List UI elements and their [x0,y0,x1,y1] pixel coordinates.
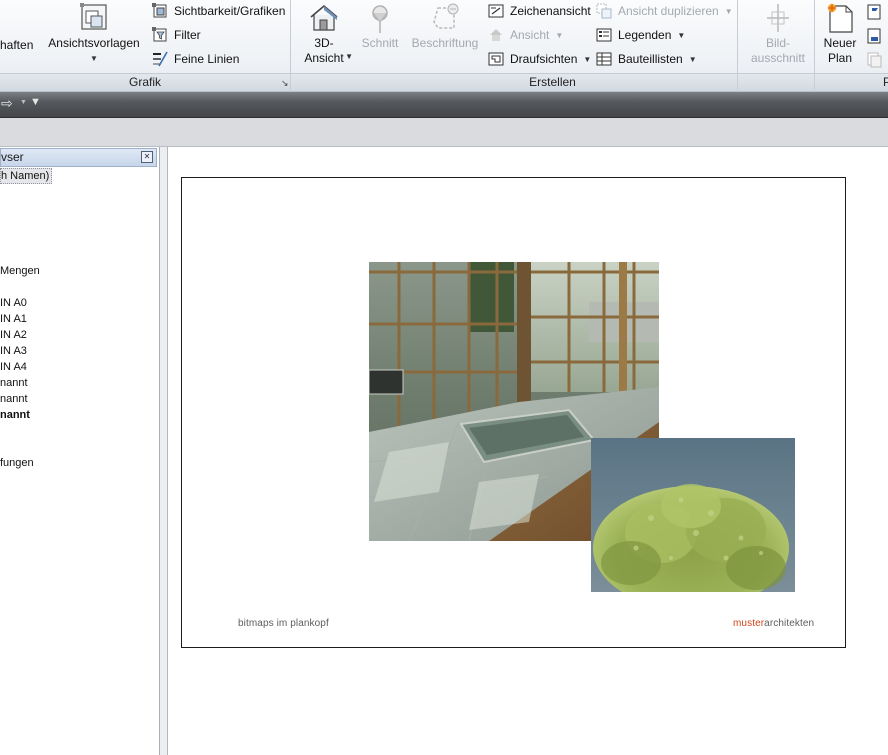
panel-splitter[interactable] [160,147,168,755]
ribbon: haften Ansichtsvorlagen ▼ Sichtbarkeit/G… [0,0,888,92]
neuer-plan-button[interactable]: Neuer Plan [818,2,862,66]
grafik-panel-title: Grafik [0,73,290,91]
project-browser: vser ✕ h Namen) Mengen IN A0 IN A1 IN A2 IN A… [0,147,160,755]
filter-label: Filter [174,28,201,42]
close-icon[interactable]: ✕ [141,151,153,163]
3d-ansicht-line2: Ansicht [304,51,344,65]
sheet-tool-icon-3[interactable] [866,52,884,71]
house-3d-icon [307,2,341,34]
sichtbarkeit-grafiken-button[interactable]: Sichtbarkeit/Grafiken [152,1,285,21]
next-panel-label: P [883,75,888,89]
bildausschnitt-line1: Bild- [765,36,790,50]
new-sheet-icon [823,2,857,34]
section-icon [363,2,397,34]
sheet-footer-logo: musterarchitekten [733,618,814,629]
sichtbarkeit-label: Sichtbarkeit/Grafiken [174,4,286,18]
browser-tree-item[interactable]: IN A4 [0,360,27,374]
schedules-icon [596,51,613,67]
feine-linien-button[interactable]: Feine Linien [152,49,239,69]
feine-linien-label: Feine Linien [174,52,240,66]
beschriftung-label: Beschriftung [411,36,479,50]
chevron-down-icon[interactable]: ▼ [20,99,27,106]
chevron-down-icon: ▼ [345,52,353,61]
project-browser-titlebar: vser ✕ [0,148,157,167]
sheet-footer-caption: bitmaps im plankopf [238,618,329,629]
ansicht-duplizieren-label: Ansicht duplizieren [618,4,719,18]
legenden-button[interactable]: Legenden ▼ [596,25,685,45]
ansicht-duplizieren-button[interactable]: Ansicht duplizieren ▼ [596,1,733,21]
draufsichten-button[interactable]: Draufsichten ▼ [488,49,591,69]
browser-tree-item[interactable]: fungen [0,456,34,470]
redo-icon[interactable]: ⇨ [1,95,13,112]
matchline-icon [761,2,795,34]
chevron-down-icon: ▼ [724,6,733,16]
elevation-icon [488,27,505,43]
beschriftung-button[interactable]: Beschriftung [409,2,481,51]
visibility-graphics-icon [152,3,169,19]
bildausschnitt-button[interactable]: Bild- ausschnitt [744,2,812,66]
filter-icon [152,27,169,43]
callout-icon [428,2,462,34]
browser-tree-item[interactable]: nannt [0,408,30,422]
footer-logo-rest: architekten [764,618,815,629]
grafik-panel-label: Grafik [128,75,161,89]
eigenschaften-label: haften [0,38,34,52]
erstellen-panel-label: Erstellen [529,75,576,89]
footer-logo-accent: muster [733,618,765,629]
chevron-down-icon: ▼ [90,54,98,63]
chevron-down-icon: ▼ [688,54,697,64]
sheet-tool-icon-1[interactable] [866,4,884,23]
drafting-view-icon [488,3,505,19]
duplicate-view-icon [596,3,613,19]
ansicht-label: Ansicht [510,28,550,42]
browser-tree-item[interactable]: IN A3 [0,344,27,358]
panel-launcher-icon[interactable]: ↘ [281,78,289,89]
ansicht-button[interactable]: Ansicht ▼ [488,25,563,45]
3d-ansicht-button[interactable]: 3D- Ansicht ▼ [299,2,353,66]
browser-tree-item[interactable]: nannt [0,376,28,390]
chevron-down-icon: ▼ [555,30,564,40]
legends-icon [596,27,613,43]
zeichenansicht-label: Zeichenansicht [510,4,591,18]
erstellen-panel-title: Erstellen [291,73,814,91]
bildausschnitt-line2: ausschnitt [750,51,806,65]
3d-ansicht-line1: 3D- [314,36,334,50]
browser-tree-item[interactable]: IN A2 [0,328,27,342]
legenden-label: Legenden [618,28,672,42]
chevron-down-icon: ▼ [677,30,686,40]
browser-tree-item[interactable]: IN A0 [0,296,27,310]
neuer-plan-line1: Neuer [823,36,857,50]
next-panel-title: P [815,73,888,91]
schnitt-button[interactable]: Schnitt [357,2,403,51]
customize-toolbar-icon[interactable]: ▼ [30,96,41,108]
panel-separator [737,0,738,92]
browser-tree-item[interactable]: IN A1 [0,312,27,326]
chevron-down-icon: ▼ [583,54,592,64]
eigenschaften-button[interactable]: haften [0,38,40,53]
plan-views-icon [488,51,505,67]
ansichtsvorlagen-button[interactable]: Ansichtsvorlagen ▼ [47,2,141,66]
project-browser-title: vser [1,150,24,164]
schnitt-label: Schnitt [361,36,399,50]
view-templates-icon [77,2,111,34]
ansichtsvorlagen-label: Ansichtsvorlagen [48,36,140,50]
bauteillisten-label: Bauteillisten [618,52,683,66]
options-bar [0,118,888,147]
draufsichten-label: Draufsichten [510,52,578,66]
sheet-tool-icon-2[interactable] [866,28,884,47]
thin-lines-icon [152,51,169,67]
quick-access-toolbar: ⇨ ▼ ▼ [0,92,888,118]
browser-tree-item[interactable]: Mengen [0,264,40,278]
tree-photo-image [591,438,795,592]
zeichenansicht-button[interactable]: Zeichenansicht [488,1,591,21]
bauteillisten-button[interactable]: Bauteillisten ▼ [596,49,697,69]
neuer-plan-line2: Plan [827,51,853,65]
filter-button[interactable]: Filter [152,25,201,45]
footer-left-text: bitmaps im plankopf [238,618,329,629]
browser-tree-item[interactable]: h Namen) [0,168,53,184]
browser-tree-item[interactable]: nannt [0,392,28,406]
